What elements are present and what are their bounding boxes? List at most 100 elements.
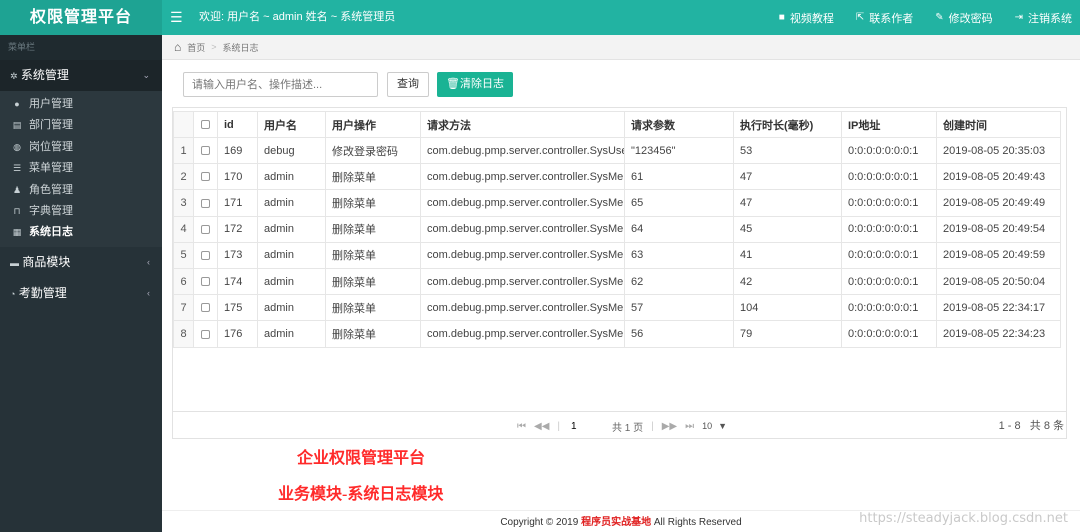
- column-header[interactable]: 用户操作: [325, 111, 421, 138]
- total-pages: 共 1 页: [612, 422, 644, 434]
- row-checkbox[interactable]: [193, 241, 218, 269]
- next-page-icon[interactable]: ▶▶: [662, 421, 677, 432]
- cell-params: 62: [624, 267, 734, 296]
- search-input[interactable]: [183, 72, 378, 97]
- table-row[interactable]: 6 174 admin 删除菜单 com.debug.pmp.server.contro…: [173, 267, 1061, 296]
- row-number: 5: [173, 241, 194, 269]
- document-icon: ▤: [12, 120, 22, 131]
- cell-id: 174: [217, 267, 258, 296]
- cell-ip: 0:0:0:0:0:0:0:1: [841, 241, 937, 269]
- file-icon: ▦: [12, 227, 22, 238]
- trash-icon: 🗑: [446, 78, 460, 90]
- sidebar-group-attendance[interactable]: ◔ 考勤管理 ‹: [0, 278, 162, 309]
- logout-icon: ⇥: [1014, 11, 1023, 23]
- row-checkbox[interactable]: [193, 136, 218, 165]
- column-header[interactable]: 执行时长(毫秒): [733, 111, 842, 138]
- column-header[interactable]: IP地址: [841, 111, 937, 138]
- pagination-controls: ⏮ ◀◀ | 共 1 页 | ▶▶ ⏭ 10 ▼: [517, 412, 727, 440]
- cell-time: 2019-08-05 22:34:23: [936, 320, 1061, 348]
- top-links: ■ 视频教程 ⇱ 联系作者 ✎ 修改密码 ⇥ 注销系统: [779, 0, 1072, 35]
- cell-id: 175: [217, 294, 258, 322]
- cell-id: 172: [217, 215, 258, 243]
- logout-link[interactable]: ⇥ 注销系统: [1015, 10, 1072, 26]
- cell-ip: 0:0:0:0:0:0:0:1: [841, 215, 937, 243]
- cell-time: 2019-08-05 20:49:54: [936, 215, 1061, 243]
- cell-params: 57: [624, 294, 734, 322]
- cell-params: 61: [624, 163, 734, 191]
- cell-duration: 79: [733, 320, 842, 348]
- column-header[interactable]: 请求方法: [420, 111, 625, 138]
- cell-user: admin: [257, 163, 326, 191]
- table-row[interactable]: 5 173 admin 删除菜单 com.debug.pmp.server.contro…: [173, 241, 1061, 269]
- promo-title: 企业权限管理平台: [297, 450, 426, 467]
- page-size-select[interactable]: 10 ▼: [702, 421, 727, 431]
- log-table: id 用户名 用户操作 请求方法 请求参数 执行时长(毫秒) IP地址 创建时间…: [173, 111, 1061, 348]
- cell-method: com.debug.pmp.server.controller.SysMenuC…: [420, 267, 625, 296]
- cell-user: admin: [257, 189, 326, 217]
- caret-down-icon: ▼: [718, 421, 728, 431]
- cell-duration: 104: [733, 294, 842, 322]
- table-row[interactable]: 7 175 admin 删除菜单 com.debug.pmp.server.contro…: [173, 294, 1061, 322]
- row-checkbox[interactable]: [193, 320, 218, 348]
- clock-icon: ◔: [10, 288, 16, 299]
- column-header[interactable]: 创建时间: [936, 111, 1061, 138]
- chevron-left-icon: ‹: [147, 256, 150, 267]
- sidebar-item-menus[interactable]: ☰ 菜单管理: [0, 158, 162, 179]
- cell-op: 删除菜单: [325, 320, 421, 348]
- row-checkbox[interactable]: [193, 294, 218, 322]
- row-number: 2: [173, 163, 194, 191]
- table-row[interactable]: 3 171 admin 删除菜单 com.debug.pmp.server.contro…: [173, 189, 1061, 217]
- sidebar-item-departments[interactable]: ▤ 部门管理: [0, 115, 162, 136]
- pagination: ⏮ ◀◀ | 共 1 页 | ▶▶ ⏭ 10 ▼ 1 - 8 共 8 条: [173, 411, 1066, 439]
- cell-ip: 0:0:0:0:0:0:0:1: [841, 267, 937, 296]
- row-checkbox[interactable]: [193, 215, 218, 243]
- hamburger-icon[interactable]: ☰: [170, 0, 183, 35]
- clear-log-button[interactable]: 🗑清除日志: [437, 72, 513, 97]
- cell-method: com.debug.pmp.server.controller.SysMenuC…: [420, 163, 625, 191]
- breadcrumb-home[interactable]: 首页: [187, 41, 205, 54]
- cell-duration: 42: [733, 267, 842, 296]
- sidebar-item-users[interactable]: ● 用户管理: [0, 94, 162, 115]
- sidebar-item-dictionary[interactable]: ⊓ 字典管理: [0, 201, 162, 222]
- brand-title: 权限管理平台: [0, 0, 162, 35]
- row-checkbox[interactable]: [193, 189, 218, 217]
- first-page-icon[interactable]: ⏮: [517, 421, 526, 432]
- table-row[interactable]: 1 169 debug 修改登录密码 com.debug.pmp.server.cont…: [173, 136, 1061, 165]
- contact-author-link[interactable]: ⇱ 联系作者: [856, 10, 913, 26]
- cell-ip: 0:0:0:0:0:0:0:1: [841, 189, 937, 217]
- prev-page-icon[interactable]: ◀◀: [534, 421, 549, 432]
- change-password-link[interactable]: ✎ 修改密码: [935, 10, 992, 26]
- sidebar-group-goods[interactable]: ▬ 商品模块 ‹: [0, 247, 162, 278]
- home-icon[interactable]: ⌂: [174, 40, 181, 54]
- cell-time: 2019-08-05 20:49:59: [936, 241, 1061, 269]
- chevron-down-icon: ⌄: [142, 70, 150, 80]
- table-row[interactable]: 2 170 admin 删除菜单 com.debug.pmp.server.contro…: [173, 163, 1061, 191]
- globe-icon: ◍: [13, 141, 21, 152]
- external-link-icon: ⇱: [855, 11, 865, 23]
- query-button[interactable]: 查询: [387, 72, 429, 97]
- video-tutorial-link[interactable]: ■ 视频教程: [779, 10, 834, 26]
- select-all-checkbox[interactable]: [193, 111, 218, 138]
- row-checkbox[interactable]: [193, 163, 218, 191]
- last-page-icon[interactable]: ⏭: [685, 421, 694, 432]
- page-number-input[interactable]: [568, 418, 604, 434]
- table-row[interactable]: 8 176 admin 删除菜单 com.debug.pmp.server.contro…: [173, 320, 1061, 348]
- sidebar-item-positions[interactable]: ◍ 岗位管理: [0, 137, 162, 158]
- sidebar-group-system[interactable]: ✲ 系统管理 ⌄: [0, 60, 162, 91]
- cart-icon: ▬: [10, 257, 19, 268]
- row-checkbox[interactable]: [193, 267, 218, 296]
- table-row[interactable]: 4 172 admin 删除菜单 com.debug.pmp.server.contro…: [173, 215, 1061, 243]
- cell-method: com.debug.pmp.server.controller.SysMenuC…: [420, 241, 625, 269]
- cell-id: 173: [217, 241, 258, 269]
- cell-op: 删除菜单: [325, 241, 421, 269]
- list-icon: ☰: [12, 163, 22, 174]
- column-header[interactable]: 用户名: [257, 111, 326, 138]
- cell-params: 65: [624, 189, 734, 217]
- cell-user: debug: [257, 136, 326, 165]
- row-number: 4: [173, 215, 194, 243]
- column-header[interactable]: id: [217, 111, 258, 138]
- sidebar-item-roles[interactable]: ♟ 角色管理: [0, 180, 162, 201]
- sidebar-items: ● 用户管理 ▤ 部门管理 ◍ 岗位管理 ☰ 菜单管理 ♟ 角色管理 ⊓ 字典管…: [0, 91, 162, 247]
- column-header[interactable]: 请求参数: [624, 111, 734, 138]
- sidebar-item-system-log[interactable]: ▦ 系统日志: [0, 222, 162, 243]
